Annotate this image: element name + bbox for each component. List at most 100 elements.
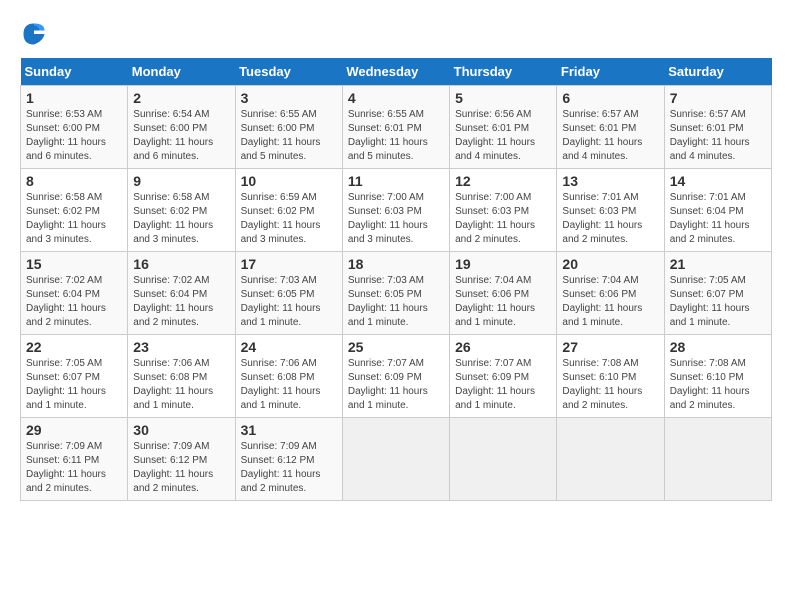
calendar-cell: 21 Sunrise: 7:05 AMSunset: 6:07 PMDaylig… [664, 252, 771, 335]
day-info: Sunrise: 6:59 AMSunset: 6:02 PMDaylight:… [241, 191, 337, 247]
calendar-cell: 23 Sunrise: 7:06 AMSunset: 6:08 PMDaylig… [128, 335, 235, 418]
weekday-header-friday: Friday [557, 58, 664, 86]
day-number: 29 [26, 422, 122, 438]
calendar-cell: 11 Sunrise: 7:00 AMSunset: 6:03 PMDaylig… [342, 169, 449, 252]
day-info: Sunrise: 7:08 AMSunset: 6:10 PMDaylight:… [670, 357, 766, 413]
day-number: 27 [562, 339, 658, 355]
calendar-week-row: 1 Sunrise: 6:53 AMSunset: 6:00 PMDayligh… [21, 86, 772, 169]
weekday-header-wednesday: Wednesday [342, 58, 449, 86]
day-info: Sunrise: 7:07 AMSunset: 6:09 PMDaylight:… [455, 357, 551, 413]
day-number: 5 [455, 90, 551, 106]
calendar-cell: 15 Sunrise: 7:02 AMSunset: 6:04 PMDaylig… [21, 252, 128, 335]
day-number: 10 [241, 173, 337, 189]
day-info: Sunrise: 7:05 AMSunset: 6:07 PMDaylight:… [26, 357, 122, 413]
logo-icon [20, 20, 48, 48]
day-info: Sunrise: 7:00 AMSunset: 6:03 PMDaylight:… [455, 191, 551, 247]
weekday-header-sunday: Sunday [21, 58, 128, 86]
calendar-cell: 29 Sunrise: 7:09 AMSunset: 6:11 PMDaylig… [21, 418, 128, 501]
calendar-cell [450, 418, 557, 501]
calendar-cell: 9 Sunrise: 6:58 AMSunset: 6:02 PMDayligh… [128, 169, 235, 252]
calendar-cell: 4 Sunrise: 6:55 AMSunset: 6:01 PMDayligh… [342, 86, 449, 169]
calendar-cell: 16 Sunrise: 7:02 AMSunset: 6:04 PMDaylig… [128, 252, 235, 335]
calendar-week-row: 15 Sunrise: 7:02 AMSunset: 6:04 PMDaylig… [21, 252, 772, 335]
day-number: 6 [562, 90, 658, 106]
calendar-cell: 20 Sunrise: 7:04 AMSunset: 6:06 PMDaylig… [557, 252, 664, 335]
day-number: 16 [133, 256, 229, 272]
calendar-cell: 2 Sunrise: 6:54 AMSunset: 6:00 PMDayligh… [128, 86, 235, 169]
day-info: Sunrise: 7:02 AMSunset: 6:04 PMDaylight:… [133, 274, 229, 330]
weekday-header-monday: Monday [128, 58, 235, 86]
day-number: 24 [241, 339, 337, 355]
day-info: Sunrise: 7:09 AMSunset: 6:12 PMDaylight:… [133, 440, 229, 496]
calendar-cell: 18 Sunrise: 7:03 AMSunset: 6:05 PMDaylig… [342, 252, 449, 335]
calendar-cell: 1 Sunrise: 6:53 AMSunset: 6:00 PMDayligh… [21, 86, 128, 169]
day-number: 3 [241, 90, 337, 106]
weekday-header-thursday: Thursday [450, 58, 557, 86]
page-header [20, 20, 772, 48]
day-number: 7 [670, 90, 766, 106]
day-number: 1 [26, 90, 122, 106]
weekday-header-row: SundayMondayTuesdayWednesdayThursdayFrid… [21, 58, 772, 86]
calendar-cell: 7 Sunrise: 6:57 AMSunset: 6:01 PMDayligh… [664, 86, 771, 169]
day-info: Sunrise: 7:08 AMSunset: 6:10 PMDaylight:… [562, 357, 658, 413]
day-number: 20 [562, 256, 658, 272]
day-number: 4 [348, 90, 444, 106]
day-info: Sunrise: 6:56 AMSunset: 6:01 PMDaylight:… [455, 108, 551, 164]
day-number: 23 [133, 339, 229, 355]
calendar-cell: 8 Sunrise: 6:58 AMSunset: 6:02 PMDayligh… [21, 169, 128, 252]
day-info: Sunrise: 7:06 AMSunset: 6:08 PMDaylight:… [133, 357, 229, 413]
day-info: Sunrise: 6:57 AMSunset: 6:01 PMDaylight:… [670, 108, 766, 164]
calendar-cell: 14 Sunrise: 7:01 AMSunset: 6:04 PMDaylig… [664, 169, 771, 252]
day-info: Sunrise: 7:09 AMSunset: 6:12 PMDaylight:… [241, 440, 337, 496]
day-info: Sunrise: 6:53 AMSunset: 6:00 PMDaylight:… [26, 108, 122, 164]
day-number: 15 [26, 256, 122, 272]
calendar-cell: 6 Sunrise: 6:57 AMSunset: 6:01 PMDayligh… [557, 86, 664, 169]
weekday-header-saturday: Saturday [664, 58, 771, 86]
calendar-cell: 25 Sunrise: 7:07 AMSunset: 6:09 PMDaylig… [342, 335, 449, 418]
logo [20, 20, 52, 48]
calendar-cell: 27 Sunrise: 7:08 AMSunset: 6:10 PMDaylig… [557, 335, 664, 418]
day-info: Sunrise: 7:02 AMSunset: 6:04 PMDaylight:… [26, 274, 122, 330]
day-info: Sunrise: 7:01 AMSunset: 6:03 PMDaylight:… [562, 191, 658, 247]
day-number: 28 [670, 339, 766, 355]
day-number: 9 [133, 173, 229, 189]
day-info: Sunrise: 7:01 AMSunset: 6:04 PMDaylight:… [670, 191, 766, 247]
day-info: Sunrise: 7:03 AMSunset: 6:05 PMDaylight:… [348, 274, 444, 330]
day-number: 25 [348, 339, 444, 355]
calendar-cell: 28 Sunrise: 7:08 AMSunset: 6:10 PMDaylig… [664, 335, 771, 418]
day-info: Sunrise: 6:54 AMSunset: 6:00 PMDaylight:… [133, 108, 229, 164]
day-number: 19 [455, 256, 551, 272]
day-number: 14 [670, 173, 766, 189]
day-info: Sunrise: 7:09 AMSunset: 6:11 PMDaylight:… [26, 440, 122, 496]
day-number: 13 [562, 173, 658, 189]
calendar-cell: 31 Sunrise: 7:09 AMSunset: 6:12 PMDaylig… [235, 418, 342, 501]
calendar-cell: 12 Sunrise: 7:00 AMSunset: 6:03 PMDaylig… [450, 169, 557, 252]
calendar-cell: 22 Sunrise: 7:05 AMSunset: 6:07 PMDaylig… [21, 335, 128, 418]
weekday-header-tuesday: Tuesday [235, 58, 342, 86]
calendar-cell: 13 Sunrise: 7:01 AMSunset: 6:03 PMDaylig… [557, 169, 664, 252]
day-number: 22 [26, 339, 122, 355]
calendar-cell: 17 Sunrise: 7:03 AMSunset: 6:05 PMDaylig… [235, 252, 342, 335]
day-info: Sunrise: 7:00 AMSunset: 6:03 PMDaylight:… [348, 191, 444, 247]
day-info: Sunrise: 6:58 AMSunset: 6:02 PMDaylight:… [133, 191, 229, 247]
calendar-cell [557, 418, 664, 501]
calendar-cell: 19 Sunrise: 7:04 AMSunset: 6:06 PMDaylig… [450, 252, 557, 335]
calendar-week-row: 29 Sunrise: 7:09 AMSunset: 6:11 PMDaylig… [21, 418, 772, 501]
calendar-cell: 24 Sunrise: 7:06 AMSunset: 6:08 PMDaylig… [235, 335, 342, 418]
calendar-cell: 30 Sunrise: 7:09 AMSunset: 6:12 PMDaylig… [128, 418, 235, 501]
day-info: Sunrise: 6:58 AMSunset: 6:02 PMDaylight:… [26, 191, 122, 247]
calendar-cell [342, 418, 449, 501]
day-number: 12 [455, 173, 551, 189]
day-number: 11 [348, 173, 444, 189]
calendar-week-row: 22 Sunrise: 7:05 AMSunset: 6:07 PMDaylig… [21, 335, 772, 418]
calendar-cell: 5 Sunrise: 6:56 AMSunset: 6:01 PMDayligh… [450, 86, 557, 169]
day-number: 2 [133, 90, 229, 106]
day-info: Sunrise: 7:04 AMSunset: 6:06 PMDaylight:… [455, 274, 551, 330]
day-info: Sunrise: 7:04 AMSunset: 6:06 PMDaylight:… [562, 274, 658, 330]
day-info: Sunrise: 7:05 AMSunset: 6:07 PMDaylight:… [670, 274, 766, 330]
day-number: 17 [241, 256, 337, 272]
calendar-cell: 3 Sunrise: 6:55 AMSunset: 6:00 PMDayligh… [235, 86, 342, 169]
day-number: 8 [26, 173, 122, 189]
calendar-cell: 10 Sunrise: 6:59 AMSunset: 6:02 PMDaylig… [235, 169, 342, 252]
day-number: 30 [133, 422, 229, 438]
